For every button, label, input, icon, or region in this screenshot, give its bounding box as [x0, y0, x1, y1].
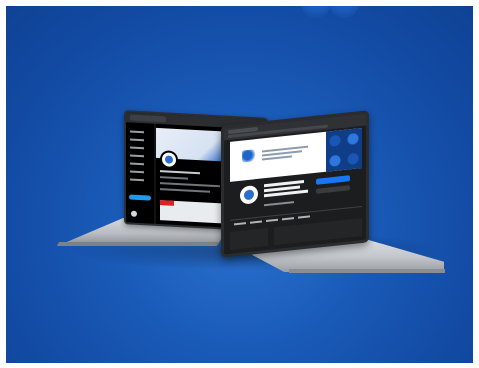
page-avatar[interactable]	[238, 182, 260, 207]
organization-logo-icon	[242, 149, 256, 163]
right-laptop-base-edge	[289, 269, 445, 273]
tab-mentions[interactable]	[266, 218, 278, 223]
cover-pattern	[326, 127, 362, 172]
mockup-stage	[6, 6, 473, 363]
browser-tab[interactable]	[130, 114, 166, 123]
tab-about[interactable]	[250, 220, 262, 224]
tab-more[interactable]	[298, 215, 310, 219]
circle-shape-icon	[301, 6, 331, 18]
sidebar-nav-item[interactable]	[130, 138, 144, 142]
left-laptop-base-edge	[56, 242, 220, 246]
right-laptop-screen	[221, 110, 369, 258]
create-post-card[interactable]	[274, 217, 362, 246]
sidebar-nav-item[interactable]	[130, 178, 144, 182]
sidebar-nav-item[interactable]	[130, 130, 144, 134]
intro-card	[230, 227, 268, 250]
account-avatar[interactable]	[131, 210, 137, 217]
sidebar-nav-item[interactable]	[130, 154, 144, 158]
sidebar-nav-item[interactable]	[130, 170, 144, 174]
tab-reviews[interactable]	[282, 217, 294, 221]
page-subtitle	[264, 201, 294, 207]
organization-logo-icon	[160, 150, 178, 170]
social-sidebar	[126, 122, 154, 224]
message-button[interactable]	[316, 185, 350, 194]
circle-shape-icon	[329, 6, 359, 18]
follow-button[interactable]	[316, 175, 350, 185]
sidebar-nav-item[interactable]	[130, 146, 144, 150]
sidebar-nav-item[interactable]	[130, 162, 144, 166]
decorative-circles	[301, 6, 361, 18]
post-button[interactable]	[129, 194, 151, 201]
tab-posts[interactable]	[234, 222, 246, 226]
divider	[230, 205, 362, 221]
